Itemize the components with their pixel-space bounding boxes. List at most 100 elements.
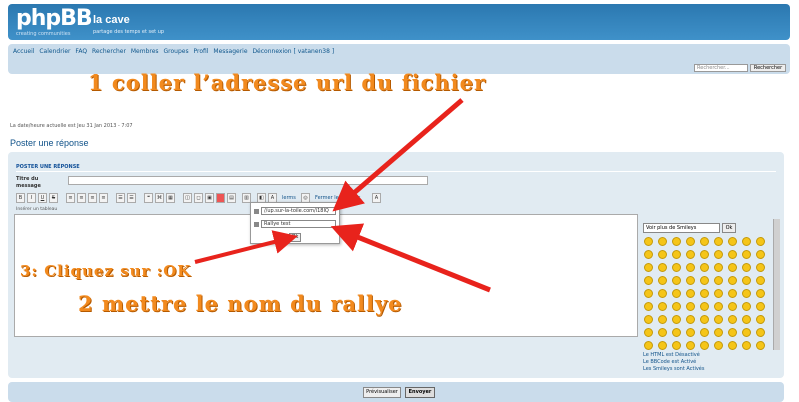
smiley-icon[interactable] xyxy=(644,250,653,259)
smiley-icon[interactable] xyxy=(672,289,681,298)
search-input[interactable]: Rechercher... xyxy=(694,64,748,72)
switch-editor-button[interactable]: A xyxy=(372,193,381,203)
smiley-icon[interactable] xyxy=(658,237,667,246)
nav-groups[interactable]: Groupes xyxy=(163,48,188,55)
smiley-icon[interactable] xyxy=(714,289,723,298)
link-button[interactable] xyxy=(216,193,225,203)
smiley-ok-button[interactable]: Ok xyxy=(722,223,736,233)
smiley-icon[interactable] xyxy=(700,315,709,324)
smiley-icon[interactable] xyxy=(658,328,667,337)
smiley-icon[interactable] xyxy=(686,328,695,337)
table-button[interactable]: ▦ xyxy=(166,193,175,203)
smiley-icon[interactable] xyxy=(700,237,709,246)
smiley-icon[interactable] xyxy=(686,237,695,246)
strike-button[interactable]: S xyxy=(49,193,58,203)
align-center-button[interactable]: ≡ xyxy=(77,193,86,203)
smiley-icon[interactable] xyxy=(644,315,653,324)
smiley-icon[interactable] xyxy=(658,250,667,259)
smiley-icon[interactable] xyxy=(672,237,681,246)
smiley-icon[interactable] xyxy=(742,328,751,337)
smiley-icon[interactable] xyxy=(742,289,751,298)
smiley-icon[interactable] xyxy=(686,276,695,285)
underline-button[interactable]: U xyxy=(38,193,47,203)
smiley-icon[interactable] xyxy=(728,302,737,311)
smiley-icon[interactable] xyxy=(672,315,681,324)
nav-members[interactable]: Membres xyxy=(131,48,159,55)
smiley-icon[interactable] xyxy=(700,302,709,311)
smiley-icon[interactable] xyxy=(644,302,653,311)
smiley-icon[interactable] xyxy=(756,237,765,246)
smiley-icon[interactable] xyxy=(672,250,681,259)
smiley-icon[interactable] xyxy=(644,289,653,298)
smiley-icon[interactable] xyxy=(672,328,681,337)
image-button[interactable]: ▣ xyxy=(205,193,214,203)
smiley-icon[interactable] xyxy=(644,276,653,285)
smiley-icon[interactable] xyxy=(700,341,709,350)
smiley-icon[interactable] xyxy=(686,263,695,272)
smiley-icon[interactable] xyxy=(756,276,765,285)
smiley-icon[interactable] xyxy=(756,315,765,324)
smiley-icon[interactable] xyxy=(728,289,737,298)
smiley-icon[interactable] xyxy=(672,276,681,285)
smiley-icon[interactable] xyxy=(742,302,751,311)
nav-calendar[interactable]: Calendrier xyxy=(39,48,70,55)
submit-button[interactable]: Envoyer xyxy=(405,387,435,398)
image-url-input[interactable]: //up.sur-la-toile.com/i18IQ xyxy=(261,207,336,215)
smiley-icon[interactable] xyxy=(756,341,765,350)
popup-ok-button[interactable]: Ok xyxy=(289,233,301,242)
italic-button[interactable]: I xyxy=(27,193,36,203)
smiley-icon[interactable] xyxy=(728,263,737,272)
smiley-icon[interactable] xyxy=(700,263,709,272)
smiley-icon[interactable] xyxy=(742,315,751,324)
smiley-icon[interactable] xyxy=(686,302,695,311)
numbered-list-button[interactable]: ☰ xyxy=(127,193,136,203)
list-button[interactable]: ☰ xyxy=(116,193,125,203)
smiley-icon[interactable] xyxy=(700,328,709,337)
smiley-icon[interactable] xyxy=(658,276,667,285)
smiley-icon[interactable] xyxy=(714,315,723,324)
subject-input[interactable] xyxy=(68,176,428,185)
smiley-icon[interactable] xyxy=(728,237,737,246)
smiley-icon[interactable] xyxy=(742,263,751,272)
color-button[interactable]: ▤ xyxy=(227,193,236,203)
nav-search[interactable]: Rechercher xyxy=(92,48,126,55)
smiley-icon[interactable] xyxy=(714,250,723,259)
smiley-icon[interactable] xyxy=(756,250,765,259)
smiley-icon[interactable] xyxy=(644,263,653,272)
smiley-icon[interactable] xyxy=(644,237,653,246)
smiley-icon[interactable] xyxy=(658,302,667,311)
smiley-icon[interactable] xyxy=(658,289,667,298)
smiley-icon[interactable] xyxy=(714,263,723,272)
align-right-button[interactable]: ≡ xyxy=(88,193,97,203)
code-button[interactable]: ⌘ xyxy=(155,193,164,203)
smiley-icon[interactable] xyxy=(658,341,667,350)
smiley-icon[interactable] xyxy=(728,328,737,337)
smiley-select[interactable]: Voir plus de Smileys xyxy=(643,223,720,233)
justify-button[interactable]: ≡ xyxy=(99,193,108,203)
smiley-icon[interactable] xyxy=(700,289,709,298)
smiley-icon[interactable] xyxy=(700,276,709,285)
quote-button[interactable]: ❝ xyxy=(144,193,153,203)
smiley-icon[interactable] xyxy=(756,263,765,272)
smiley-scrollbar[interactable] xyxy=(773,219,780,350)
smiley-icon[interactable] xyxy=(658,263,667,272)
smiley-icon[interactable] xyxy=(686,341,695,350)
smiley-icon[interactable] xyxy=(742,250,751,259)
nav-home[interactable]: Accueil xyxy=(13,48,34,55)
smiley-icon[interactable] xyxy=(714,237,723,246)
smiley-icon[interactable] xyxy=(728,341,737,350)
smiley-icon[interactable] xyxy=(672,341,681,350)
nav-faq[interactable]: FAQ xyxy=(75,48,87,55)
hide-button[interactable]: ◻ xyxy=(194,193,203,203)
smiley-icon[interactable] xyxy=(714,302,723,311)
smiley-icon[interactable] xyxy=(756,328,765,337)
smiley-icon[interactable] xyxy=(672,302,681,311)
search-button[interactable]: Rechercher xyxy=(750,64,786,72)
smiley-icon[interactable] xyxy=(742,276,751,285)
preview-button[interactable]: Prévisualiser xyxy=(363,387,401,398)
smiley-icon[interactable] xyxy=(658,315,667,324)
smiley-icon[interactable] xyxy=(672,263,681,272)
smiley-icon[interactable] xyxy=(728,250,737,259)
bold-button[interactable]: B xyxy=(16,193,25,203)
image-name-input[interactable]: Rallye test xyxy=(261,220,336,228)
